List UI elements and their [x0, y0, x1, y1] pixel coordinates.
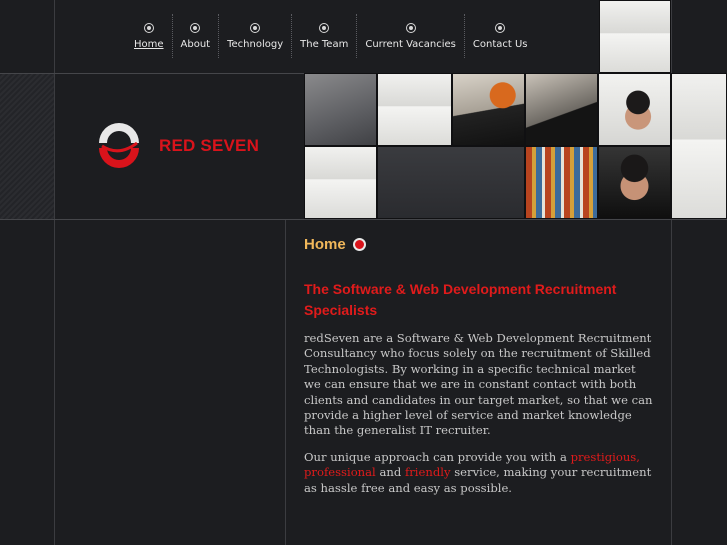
page-title: Home [304, 236, 656, 253]
page-title-text: Home [304, 236, 346, 253]
photo-tile [377, 73, 452, 146]
nav-contact-us[interactable]: Contact Us [463, 14, 536, 58]
frame-line [0, 219, 727, 220]
intro-paragraph: redSeven are a Software & Web Developmen… [304, 331, 653, 438]
hatch-pattern [0, 74, 54, 219]
nav-label[interactable]: About [181, 39, 211, 50]
photo-tile [525, 146, 598, 219]
frame-line [54, 0, 55, 545]
nav-the-team[interactable]: The Team [291, 14, 356, 58]
nav-bullet-icon [143, 23, 154, 33]
photo-tile [671, 73, 727, 219]
page-subheading: The Software & Web Development Recruitme… [304, 281, 617, 318]
nav-bullet-icon [495, 23, 506, 33]
nav-bullet-icon [190, 23, 201, 33]
approach-intro: Our unique approach can provide you with… [304, 449, 567, 464]
nav-label[interactable]: Contact Us [473, 39, 528, 50]
header-photo-tile [599, 0, 671, 73]
nav-technology[interactable]: Technology [218, 14, 291, 58]
nav-about[interactable]: About [171, 14, 219, 58]
nav-label[interactable]: Current Vacancies [365, 39, 456, 50]
nav-home[interactable]: Home [126, 14, 172, 58]
nav-label[interactable]: Home [134, 39, 164, 50]
highlight-prestigious: prestigious, [570, 449, 640, 464]
nav-bullet-icon [319, 23, 330, 33]
photo-tile [452, 73, 525, 146]
highlight-friendly: friendly [404, 465, 451, 480]
photo-tile [304, 146, 377, 219]
photo-tile [525, 73, 598, 146]
photo-tile [304, 73, 377, 146]
main-content: Home The Software & Web Development Recr… [304, 236, 656, 507]
photo-tile [377, 146, 525, 219]
nav-current-vacancies[interactable]: Current Vacancies [356, 14, 464, 58]
highlight-professional: professional [304, 465, 376, 480]
nav-bullet-icon [405, 23, 416, 33]
main-nav: Home About Technology The Team Current V… [126, 14, 536, 58]
nav-label[interactable]: The Team [300, 39, 348, 50]
approach-paragraph: Our unique approach can provide you with… [304, 450, 656, 496]
brand-name: RED SEVEN [159, 136, 260, 155]
logo-mark-icon [99, 123, 139, 168]
photo-tile [598, 146, 671, 219]
nav-label[interactable]: Technology [227, 39, 283, 50]
approach-and: and [379, 465, 402, 480]
red-dot-icon [352, 238, 366, 251]
photo-tile [598, 73, 671, 146]
nav-bullet-icon [250, 23, 261, 33]
frame-line [285, 219, 286, 545]
brand-logo[interactable]: RED SEVEN [93, 121, 259, 171]
